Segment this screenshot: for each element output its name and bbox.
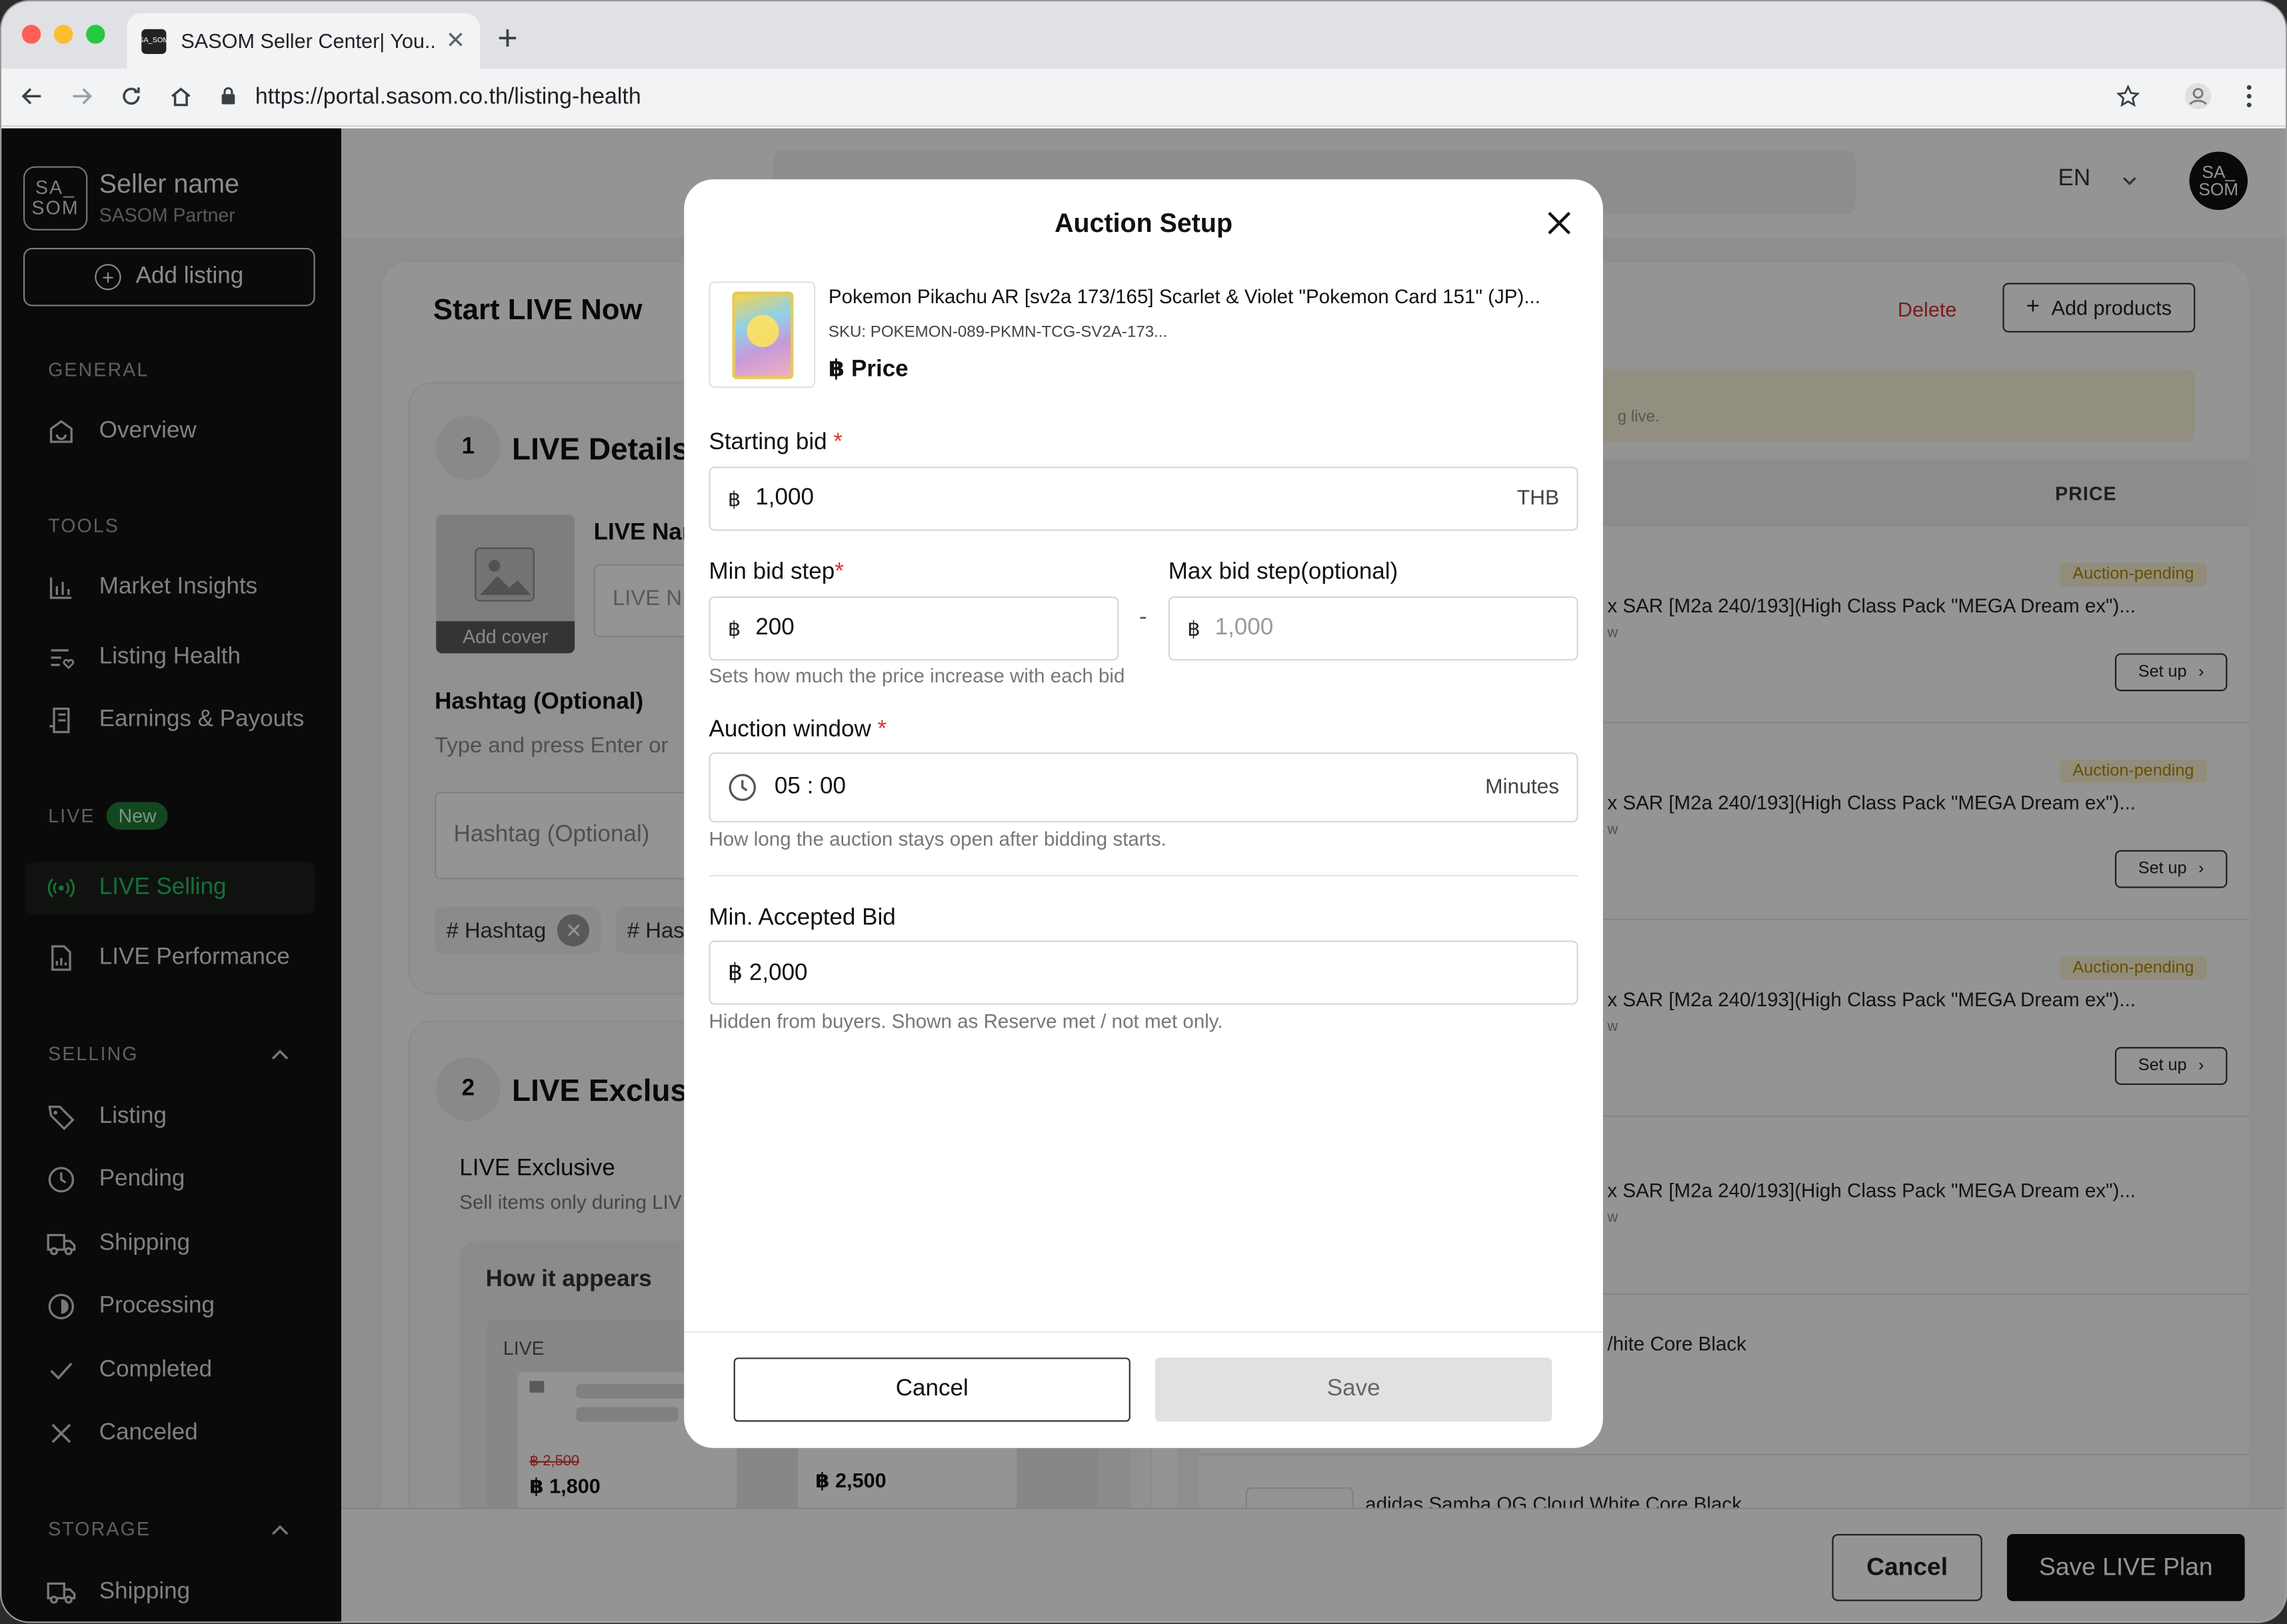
starting-bid-input[interactable]: ฿ 1,000 THB [709,466,1578,531]
tab-strip: SA_SOM SASOM Seller Center| You... ✕ + [1,1,2286,69]
home-icon[interactable] [165,80,197,112]
bid-step-hint: Sets how much the price increase with ea… [709,664,1125,687]
max-bid-step-placeholder: 1,000 [1214,615,1274,640]
baht-icon: ฿ [1187,616,1200,640]
min-accepted-bid-label: Min. Accepted Bid [709,905,896,931]
close-tab-icon[interactable]: ✕ [446,26,465,55]
min-accepted-bid-input[interactable]: ฿ 2,000 [709,940,1578,1005]
minutes-suffix: Minutes [1485,776,1560,800]
min-bid-step-value: 200 [755,615,795,640]
range-separator: - [1139,605,1147,630]
product-image [709,281,816,389]
required-mark: * [833,430,843,455]
pokemon-card-image [731,291,793,379]
back-icon[interactable] [16,80,48,112]
maximize-window-button[interactable] [86,25,105,44]
min-bid-step-label-text: Min bid step [709,560,835,585]
max-bid-step-input[interactable]: ฿ 1,000 [1168,596,1578,661]
required-mark: * [877,717,887,742]
modal-cancel-button[interactable]: Cancel [733,1357,1131,1422]
starting-bid-value: 1,000 [755,485,814,510]
starting-bid-label-text: Starting bid [709,430,827,455]
divider [709,874,1578,877]
address-bar[interactable]: https://portal.sasom.co.th/listing-healt… [220,76,641,120]
more-menu-icon[interactable] [2233,80,2265,112]
profile-icon[interactable] [2182,80,2214,112]
modal-save-button[interactable]: Save [1155,1357,1552,1422]
new-tab-icon[interactable]: + [497,19,518,59]
min-accepted-bid-hint: Hidden from buyers. Shown as Reserve met… [709,1010,1223,1033]
product-price: ฿ Price [828,357,909,383]
tab-title: SASOM Seller Center| You... [181,29,435,53]
currency-suffix: THB [1516,486,1560,510]
close-window-button[interactable] [21,25,41,44]
clock-icon [728,773,757,802]
min-accepted-bid-value: ฿ 2,000 [727,961,808,986]
max-bid-step-label: Max bid step(optional) [1168,560,1398,585]
required-mark: * [835,560,844,585]
close-icon[interactable] [1544,209,1574,238]
forward-icon[interactable] [65,80,97,112]
starting-bid-label: Starting bid * [709,430,842,456]
auction-window-value: 05 : 00 [774,774,847,800]
url-text: https://portal.sasom.co.th/listing-healt… [255,84,641,110]
min-bid-step-label: Min bid step* [709,560,843,586]
min-bid-step-input[interactable]: ฿ 200 [709,596,1119,661]
reload-icon[interactable] [115,80,147,112]
auction-window-label-text: Auction window [709,717,871,742]
auction-window-label: Auction window * [709,718,887,744]
modal-footer-divider [684,1331,1603,1333]
product-sku: SKU: POKEMON-089-PKMN-TCG-SV2A-173... [828,323,1168,342]
auction-setup-modal: Auction Setup Pokemon Pikachu AR [sv2a 1… [684,179,1603,1448]
modal-title: Auction Setup [1055,208,1233,238]
browser-toolbar: https://portal.sasom.co.th/listing-healt… [1,68,2286,127]
product-name: Pokemon Pikachu AR [sv2a 173/165] Scarle… [828,285,1540,308]
baht-icon: ฿ [727,486,741,510]
minimize-window-button[interactable] [53,25,73,44]
baht-icon: ฿ [727,616,741,640]
lock-icon [220,86,241,109]
bookmark-star-icon[interactable] [2112,80,2144,112]
auction-window-hint: How long the auction stays open after bi… [709,828,1166,850]
browser-window: SA_SOM SASOM Seller Center| You... ✕ + h… [0,0,2287,1623]
auction-window-input[interactable]: 05 : 00 Minutes [709,752,1578,823]
browser-tab[interactable]: SA_SOM SASOM Seller Center| You... ✕ [127,13,480,69]
favicon-icon: SA_SOM [139,28,169,53]
